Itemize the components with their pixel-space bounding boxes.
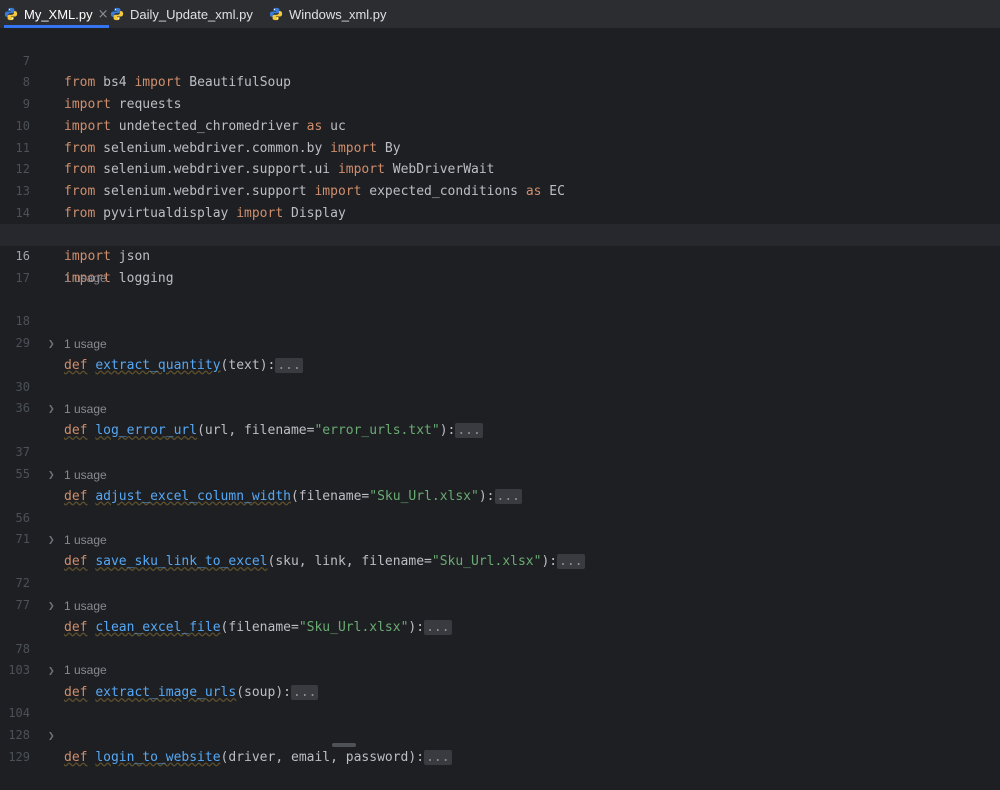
code-line[interactable]: 10 from selenium.webdriver.common.by imp… [0,94,1000,156]
code-line[interactable]: 56 ❯ def save_sku_link_to_excel(sku, lin… [0,486,1000,570]
usage-inlay-hint[interactable]: 1 usage [64,399,107,421]
keyword: def [64,749,88,765]
params-close: ): [408,749,425,765]
tab-label: Windows_xml.py [289,6,387,22]
fold-expand-icon[interactable]: ❯ [48,333,55,355]
identifier: logging [110,270,174,286]
code-line[interactable]: 78 ❯ def extract_image_urls(soup):... [0,617,1000,701]
code-line[interactable]: 14 import xmltodict [0,181,1000,243]
code-line[interactable]: 128 [0,703,1000,742]
line-number: 55 [15,466,30,481]
code-line[interactable]: 71 [0,508,1000,546]
editor-tab-bar: My_XML.py × Daily_Update_xml.py Windows_… [0,0,1000,29]
code-line[interactable]: 9 import undetected_chromedriver as uc [0,72,1000,134]
fold-expand-icon[interactable]: ❯ [48,595,55,617]
code-line[interactable]: 129 [0,725,1000,764]
code-line[interactable]: 12 from selenium.webdriver.support impor… [0,138,1000,199]
fold-expand-icon[interactable]: ❯ [48,660,55,682]
usage-inlay-hint[interactable]: 1 usage [64,334,107,356]
code-line[interactable]: 55 [0,442,1000,481]
code-line[interactable]: 13 from pyvirtualdisplay import Display [0,159,1000,221]
code-line[interactable]: 8 import requests [0,51,1000,112]
fold-expand-icon[interactable]: ❯ [48,529,55,551]
line-number: 29 [15,335,30,350]
code-line[interactable]: 36 [0,377,1000,415]
code-line[interactable]: 72 ❯ def clean_excel_file(filename="Sku_… [0,552,1000,635]
fold-expand-icon[interactable]: ❯ [48,464,55,486]
python-icon [269,7,283,21]
line-number: 36 [15,401,30,416]
line-number: 71 [15,532,30,547]
tab-my-xml[interactable]: My_XML.py × [0,0,113,28]
code-line[interactable]: 30 ❯ def log_error_url(url, filename="er… [0,355,1000,439]
code-line[interactable]: 7 from bs4 import BeautifulSoup [0,29,1000,91]
python-icon [4,7,18,21]
folded-code-marker[interactable]: ... [424,749,452,765]
code-line-current[interactable]: 16 import logging [0,224,1000,286]
tab-windows-xml[interactable]: Windows_xml.py [269,0,387,28]
code-line[interactable]: 104 ❯ def login_to_website(driver, email… [0,682,1000,765]
usage-inlay-hint[interactable]: 1 usage [64,465,107,487]
tab-daily-update-xml[interactable]: Daily_Update_xml.py [110,0,253,28]
close-tab-icon[interactable]: × [98,7,109,22]
fold-expand-icon[interactable]: ❯ [48,398,55,420]
line-number: 17 [15,270,30,285]
params: (driver, email, password [220,749,409,765]
code-line[interactable]: 29 [0,311,1000,350]
line-number: 103 [8,663,30,678]
code-line[interactable]: 77 [0,573,1000,612]
function-name: login_to_website [95,749,221,765]
usage-inlay-hint[interactable]: 1 usage [64,660,107,682]
code-line[interactable]: 18 ❯ def extract_quantity(text):... [0,290,1000,373]
code-editor[interactable]: 7 from bs4 import BeautifulSoup 8 import… [0,29,1000,765]
tab-label: Daily_Update_xml.py [130,6,253,22]
code-line[interactable]: 15 import json [0,203,1000,264]
usage-inlay-hint[interactable]: 1 usage [64,268,107,290]
code-line[interactable]: 37 ❯ def adjust_excel_column_width(filen… [0,421,1000,504]
code-line[interactable]: 103 [0,639,1000,677]
line-number: 77 [15,597,30,612]
code-line[interactable]: 11 from selenium.webdriver.support.ui im… [0,116,1000,178]
tab-label: My_XML.py [24,6,93,22]
horizontal-scrollbar-thumb[interactable] [332,743,356,747]
python-icon [110,7,124,21]
usage-inlay-hint[interactable]: 1 usage [64,596,107,618]
usage-inlay-hint[interactable]: 1 usage [64,530,107,552]
code-line[interactable]: 17 [0,246,1000,285]
